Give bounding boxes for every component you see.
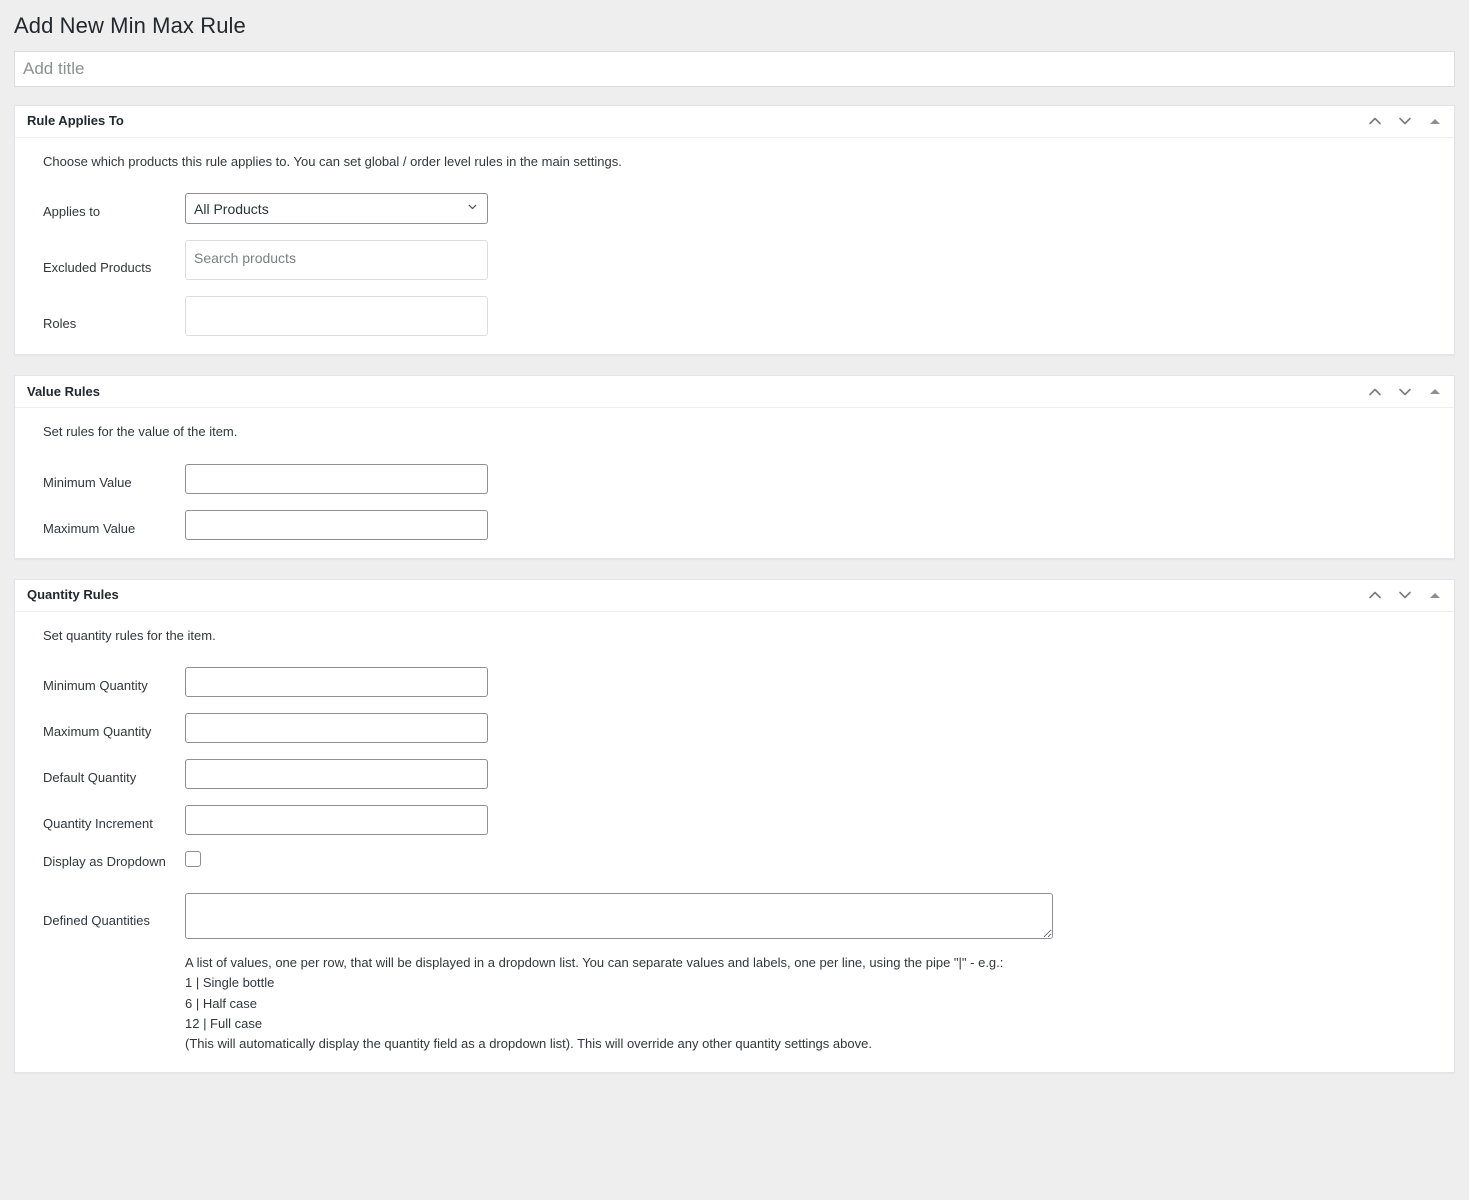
defined-quantities-help: A list of values, one per row, that will… <box>185 953 1185 1054</box>
display-as-dropdown-checkbox[interactable] <box>185 851 201 867</box>
minimum-value-input[interactable] <box>185 464 488 494</box>
form-row-quantity-increment: Quantity Increment <box>29 805 1440 835</box>
chevron-up-icon[interactable] <box>1360 377 1390 407</box>
panel-actions <box>1360 580 1454 610</box>
post-title-input[interactable] <box>14 51 1455 87</box>
label-maximum-value: Maximum Value <box>29 510 185 538</box>
panel-title: Rule Applies To <box>27 112 124 130</box>
form-row-default-quantity: Default Quantity <box>29 759 1440 789</box>
panel-actions <box>1360 377 1454 407</box>
title-input-wrapper <box>14 51 1455 87</box>
control-maximum-quantity <box>185 713 1440 743</box>
form-row-maximum-quantity: Maximum Quantity <box>29 713 1440 743</box>
defined-quantities-textarea[interactable] <box>185 893 1053 939</box>
panel-value-rules: Value Rules Set rules for the value of t… <box>14 375 1455 559</box>
label-display-as-dropdown: Display as Dropdown <box>29 851 185 871</box>
label-minimum-quantity: Minimum Quantity <box>29 667 185 695</box>
triangle-up-glyph <box>1430 593 1440 598</box>
panel-description: Set rules for the value of the item. <box>43 422 1440 442</box>
panel-rule-applies-to: Rule Applies To Choose which products th… <box>14 105 1455 356</box>
page-title: Add New Min Max Rule <box>14 0 1455 51</box>
label-applies-to: Applies to <box>29 193 185 221</box>
control-excluded-products: Search products <box>185 240 1440 280</box>
control-quantity-increment <box>185 805 1440 835</box>
panel-body-rule-applies-to: Choose which products this rule applies … <box>15 138 1454 355</box>
form-row-applies-to: Applies to All Products <box>29 193 1440 224</box>
panel-body-quantity-rules: Set quantity rules for the item. Minimum… <box>15 612 1454 1072</box>
triangle-up-glyph <box>1430 119 1440 124</box>
label-quantity-increment: Quantity Increment <box>29 805 185 833</box>
panel-description: Set quantity rules for the item. <box>43 626 1440 646</box>
chevron-down-icon[interactable] <box>1390 106 1420 136</box>
form-row-defined-quantities: Defined Quantities A list of values, one… <box>29 893 1440 1054</box>
form-row-maximum-value: Maximum Value <box>29 510 1440 540</box>
control-default-quantity <box>185 759 1440 789</box>
control-roles <box>185 296 1440 336</box>
control-defined-quantities: A list of values, one per row, that will… <box>185 893 1440 1054</box>
toggle-triangle-up-icon[interactable] <box>1420 106 1450 136</box>
default-quantity-input[interactable] <box>185 759 488 789</box>
panel-description: Choose which products this rule applies … <box>43 152 1440 172</box>
form-row-minimum-quantity: Minimum Quantity <box>29 667 1440 697</box>
label-excluded-products: Excluded Products <box>29 240 185 277</box>
toggle-triangle-up-icon[interactable] <box>1420 580 1450 610</box>
panel-header-quantity-rules: Quantity Rules <box>15 580 1454 612</box>
quantity-increment-input[interactable] <box>185 805 488 835</box>
help-line-4: 12 | Full case <box>185 1014 1185 1034</box>
excluded-products-select2[interactable]: Search products <box>185 240 488 280</box>
panel-actions <box>1360 106 1454 136</box>
label-maximum-quantity: Maximum Quantity <box>29 713 185 741</box>
form-row-roles: Roles <box>29 296 1440 336</box>
control-minimum-quantity <box>185 667 1440 697</box>
chevron-up-icon[interactable] <box>1360 106 1390 136</box>
maximum-quantity-input[interactable] <box>185 713 488 743</box>
panel-header-value-rules: Value Rules <box>15 376 1454 408</box>
control-maximum-value <box>185 510 1440 540</box>
help-line-3: 6 | Half case <box>185 994 1185 1014</box>
chevron-down-icon[interactable] <box>1390 580 1420 610</box>
triangle-up-glyph <box>1430 389 1440 394</box>
form-row-minimum-value: Minimum Value <box>29 464 1440 494</box>
panel-title: Quantity Rules <box>27 586 119 604</box>
help-line-2: 1 | Single bottle <box>185 973 1185 993</box>
minimum-quantity-input[interactable] <box>185 667 488 697</box>
label-roles: Roles <box>29 296 185 333</box>
form-row-excluded-products: Excluded Products Search products <box>29 240 1440 280</box>
chevron-down-icon[interactable] <box>1390 377 1420 407</box>
toggle-triangle-up-icon[interactable] <box>1420 377 1450 407</box>
roles-select2[interactable] <box>185 296 488 336</box>
form-row-display-as-dropdown: Display as Dropdown <box>29 851 1440 871</box>
panel-title: Value Rules <box>27 383 100 401</box>
control-applies-to: All Products <box>185 193 1440 224</box>
chevron-up-icon[interactable] <box>1360 580 1390 610</box>
label-minimum-value: Minimum Value <box>29 464 185 492</box>
help-line-5: (This will automatically display the qua… <box>185 1034 1185 1054</box>
label-defined-quantities: Defined Quantities <box>29 893 185 930</box>
applies-to-select[interactable]: All Products <box>185 193 488 224</box>
control-display-as-dropdown <box>185 851 1440 867</box>
maximum-value-input[interactable] <box>185 510 488 540</box>
control-minimum-value <box>185 464 1440 494</box>
panel-body-value-rules: Set rules for the value of the item. Min… <box>15 408 1454 558</box>
excluded-products-placeholder: Search products <box>194 250 296 266</box>
panel-header-rule-applies-to: Rule Applies To <box>15 106 1454 138</box>
help-line-1: A list of values, one per row, that will… <box>185 953 1185 973</box>
label-default-quantity: Default Quantity <box>29 759 185 787</box>
panel-quantity-rules: Quantity Rules Set quantity rules for th… <box>14 579 1455 1073</box>
